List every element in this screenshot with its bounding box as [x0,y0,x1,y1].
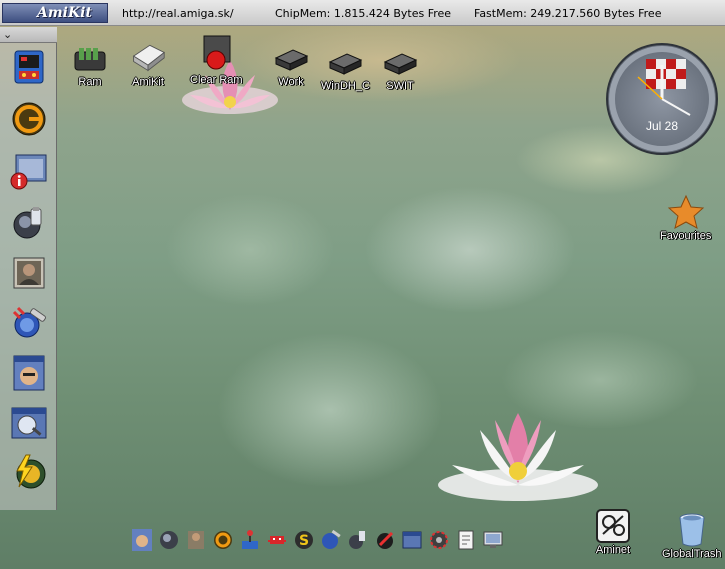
gear-icon [430,531,448,549]
taskbar-monitor-button[interactable] [481,527,505,553]
taskbar-usb-button[interactable] [346,527,370,553]
taskbar-s-logo-button[interactable]: S [292,527,316,553]
ram-disk-icon [74,48,106,71]
taskbar-g-orb-button[interactable] [211,527,235,553]
desktop-icon-globaltrash[interactable]: GlobalTrash [662,512,722,560]
screen-title-bar: AmiKit http://real.amiga.sk/ ChipMem: 1.… [0,0,725,26]
paint-icon [377,531,394,549]
amikit-logo-text: AmiKit [37,4,92,21]
wrench-ball-icon [322,529,341,549]
portrait-icon [13,257,45,289]
desktop-icon-label: Work [278,76,304,88]
dock-screen-window-button[interactable] [9,403,49,443]
usb-icon [349,531,365,549]
desktop-icon-clear-ram[interactable]: Clear Ram [190,34,243,86]
amikit-drive-icon [132,44,166,72]
star-icon [667,194,704,229]
clock-face-icon [609,46,715,152]
lightning-power-icon [16,454,46,489]
taskbar-invader-button[interactable] [265,527,289,553]
desktop-clock[interactable]: Jul 28 [606,43,718,155]
desktop-icon-aminet[interactable]: Aminet [593,508,633,556]
dock-arcade-button[interactable] [9,47,49,87]
taskbar-face-button[interactable] [130,527,154,553]
face-icon [132,529,152,551]
desktop-icon-favourites[interactable]: Favourites [660,194,711,242]
arcade-game-icon [14,50,44,84]
dock-toggle-glyph: ⌄ [3,28,13,41]
aminet-icon [596,509,630,543]
taskbar-wrench-ball-button[interactable] [319,527,343,553]
hard-drive-icon [383,53,418,75]
trash-can-icon [679,513,705,547]
s-logo-icon: S [295,531,313,549]
dock-usb-disk-button[interactable] [9,203,49,243]
dock-power-button[interactable] [9,452,49,492]
title-url: http://real.amiga.sk/ [122,7,234,20]
dock-portrait-button[interactable] [9,253,49,293]
taskbar-window-button[interactable] [400,527,424,553]
joystick-icon [242,530,258,549]
bottom-taskbar: S [128,522,590,558]
dock-g-orb-button[interactable] [9,99,49,139]
desktop-icon-work[interactable]: Work [273,44,309,88]
desktop-icon-ram[interactable]: Ram [72,44,108,88]
desktop-icon-amikit[interactable]: AmiKit [130,40,166,88]
clock-date: Jul 28 [645,119,679,133]
desktop-icon-label: GlobalTrash [662,548,722,560]
water-lily-flower-bottom [438,413,598,501]
desktop-icon-label: Clear Ram [190,74,243,86]
desktop-icon-label: Favourites [660,230,712,242]
invader-icon [268,536,286,544]
hard-drive-icon [329,53,363,75]
dock-face-window-button[interactable] [9,353,49,393]
g-orb-icon [214,531,232,549]
desktop-icon-label: AmiKit [132,76,164,88]
desktop-icon-label: WinDH_C [321,80,370,92]
globe-icon [160,531,178,549]
taskbar-paint-button[interactable] [373,527,397,553]
hard-drive-icon [274,49,309,71]
fastmem-status: FastMem: 249.217.560 Bytes Free [474,7,662,20]
dock-info-window-button[interactable] [9,151,49,191]
svg-text:S: S [299,533,309,549]
amikit-logo[interactable]: AmiKit [2,2,108,23]
clear-ram-icon [203,35,231,70]
g-orb-icon [12,102,46,136]
desktop-icon-label: Ram [78,76,102,88]
desktop-icon-windh-c[interactable]: WinDH_C [321,48,370,92]
wrench-icon [12,306,46,338]
desktop-icon-label: Aminet [595,544,631,556]
chipmem-status: ChipMem: 1.815.424 Bytes Free [275,7,452,20]
desktop-icon-swit[interactable]: SWIT [382,48,418,92]
desktop-icon-label: SWIT [386,80,414,92]
usb-disk-icon [13,207,42,239]
screen-window-icon [11,407,47,439]
dock-wrench-button[interactable] [9,303,49,343]
info-window-icon [10,154,47,190]
left-dock: ⌄ [0,27,57,510]
taskbar-gear-button[interactable] [427,527,451,553]
taskbar-joystick-button[interactable] [238,527,262,553]
window-icon [402,531,422,549]
face-window-icon [13,355,45,391]
dock-toggle[interactable]: ⌄ [0,27,57,43]
notepad-icon [458,530,474,550]
monitor-icon [483,531,503,548]
taskbar-robot-button[interactable] [184,527,208,553]
taskbar-notepad-button[interactable] [454,527,478,553]
robot-icon [188,531,204,549]
taskbar-globe-button[interactable] [157,527,181,553]
